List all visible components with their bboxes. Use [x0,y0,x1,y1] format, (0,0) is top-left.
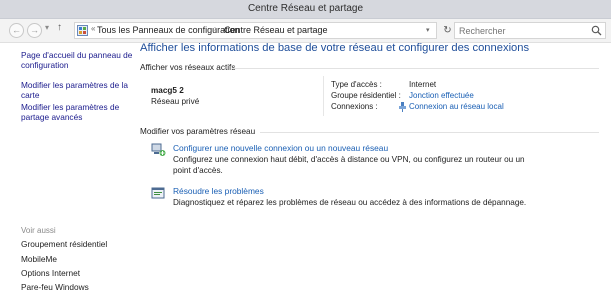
access-type-label: Type d'accès : [331,80,382,89]
title-bar: Centre Réseau et partage [0,0,611,19]
setup-connection-desc-line2: point d'accès. [173,166,223,175]
back-icon[interactable]: ← [9,23,24,38]
up-arrow-icon[interactable]: ↑ [57,22,62,33]
modify-settings-label: Modifier vos paramètres réseau [140,127,256,136]
window-title: Centre Réseau et partage [247,3,364,14]
section-divider [232,68,599,69]
column-divider [323,76,324,116]
setup-connection-desc-line1: Configurez une connexion haut débit, d'a… [173,155,525,164]
address-dropdown-icon[interactable]: ▾ [426,26,430,34]
overflow-marker[interactable]: « [91,24,95,33]
address-field[interactable]: « Tous les Panneaux de configuration › C… [74,22,437,39]
setup-connection-link[interactable]: Configurer une nouvelle connexion ou un … [173,143,388,153]
forward-icon[interactable]: → [27,23,42,38]
control-panel-icon [77,25,88,36]
troubleshoot-desc-line1: Diagnostiquez et réparez les problèmes d… [173,198,527,207]
sidebar-link-sharing-settings[interactable]: Modifier les paramètres de partage avanc… [21,102,119,122]
sidebar-link-sharing-line1: Modifier les paramètres de [21,102,120,112]
troubleshoot-icon [151,187,165,199]
sidebar-link-home-line1: Page d'accueil du panneau de [21,50,133,60]
new-connection-icon [151,143,166,156]
breadcrumb-control-panel[interactable]: Tous les Panneaux de configuration [97,25,240,35]
search-input[interactable] [459,25,579,36]
search-field[interactable] [454,22,606,39]
see-also-firewall[interactable]: Pare-feu Windows [21,282,89,292]
breadcrumb-separator[interactable]: › [214,24,217,33]
sidebar-link-sharing-line2: partage avancés [21,112,83,122]
section-divider [260,132,599,133]
network-adapter-icon [399,102,406,112]
sidebar-link-adapter-settings[interactable]: Modifier les paramètres de la carte [21,80,128,100]
troubleshoot-link[interactable]: Résoudre les problèmes [173,186,264,196]
troubleshoot-desc: Diagnostiquez et réparez les problèmes d… [173,197,526,208]
sidebar-link-adapter-line2: carte [21,90,40,100]
see-also-mobileme[interactable]: MobileMe [21,254,57,264]
access-type-value: Internet [409,80,437,89]
see-also-homegroup[interactable]: Groupement résidentiel [21,239,107,249]
see-also-heading: Voir aussi [21,226,56,235]
sidebar-link-home[interactable]: Page d'accueil du panneau de configurati… [21,50,132,70]
recent-pages-chevron-icon[interactable]: ▾ [45,23,49,32]
breadcrumb-separator[interactable]: › [310,24,313,33]
network-name: macg5 2 [151,86,184,95]
sidebar-link-adapter-line1: Modifier les paramètres de la [21,80,128,90]
connections-label: Connexions : [331,102,378,111]
address-toolbar: ← → ▾ ↑ « Tous les Panneaux de configura… [0,19,611,43]
search-icon[interactable] [591,25,602,36]
homegroup-link[interactable]: Jonction effectuée [409,91,474,100]
setup-connection-desc: Configurez une connexion haut débit, d'a… [173,154,525,176]
active-networks-label: Afficher vos réseaux actifs [140,63,236,72]
see-also-internet-options[interactable]: Options Internet [21,268,80,278]
network-category[interactable]: Réseau privé [151,97,199,106]
sidebar-link-home-line2: configuration [21,60,69,70]
homegroup-label: Groupe résidentiel : [331,91,401,100]
connection-link[interactable]: Connexion au réseau local [409,102,504,111]
page-heading: Afficher les informations de base de vot… [140,42,530,54]
